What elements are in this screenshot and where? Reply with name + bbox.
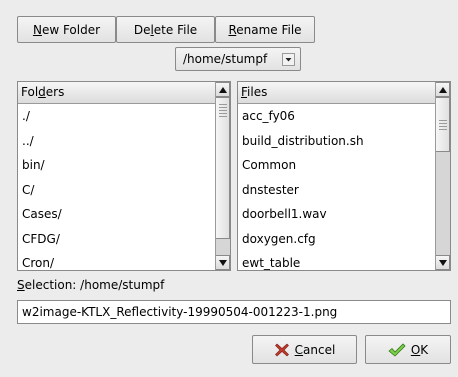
- folder-list-item[interactable]: ../: [18, 129, 230, 154]
- files-scroll-thumb[interactable]: [436, 97, 450, 152]
- cancel-x-icon: [274, 342, 290, 358]
- folder-list-item[interactable]: CFDG/: [18, 227, 230, 252]
- files-items: acc_fy06 build_distribution.sh Common dnste…: [238, 104, 450, 270]
- rename-file-label: Rename File: [228, 22, 302, 37]
- files-header[interactable]: Files: [238, 82, 435, 104]
- path-combo[interactable]: /home/stumpf: [175, 47, 301, 71]
- folder-list-item[interactable]: bin/: [18, 153, 230, 178]
- files-scrollbar[interactable]: [435, 82, 450, 270]
- folders-header[interactable]: Folders: [18, 82, 215, 104]
- file-list-item[interactable]: doxygen.cfg: [238, 227, 450, 252]
- folder-list-item[interactable]: Cases/: [18, 202, 230, 227]
- folders-list[interactable]: Folders ./../bin/C/Cases/CFDG/Cron/: [17, 81, 231, 271]
- new-folder-label: New Folder: [32, 22, 101, 37]
- folder-list-item[interactable]: ./: [18, 104, 230, 129]
- folder-list-item[interactable]: Cron/: [18, 251, 230, 270]
- cancel-button[interactable]: Cancel: [252, 335, 357, 364]
- scroll-down-arrow-icon[interactable]: [436, 255, 450, 270]
- file-list-item[interactable]: Common: [238, 153, 450, 178]
- rename-file-button[interactable]: Rename File: [215, 16, 315, 43]
- ok-button[interactable]: OK: [365, 335, 451, 364]
- file-list-item[interactable]: build_distribution.sh: [238, 129, 450, 154]
- scroll-up-arrow-icon[interactable]: [436, 82, 450, 97]
- file-list-item[interactable]: doorbell1.wav: [238, 202, 450, 227]
- checkmark-icon: [388, 342, 406, 358]
- files-list[interactable]: Files acc_fy06 build_distribution.sh Commo…: [237, 81, 451, 271]
- folder-list-item[interactable]: C/: [18, 178, 230, 203]
- folders-scrollbar[interactable]: [215, 82, 230, 270]
- selection-label: Selection: /home/stumpf: [17, 278, 165, 292]
- folders-scroll-thumb[interactable]: [216, 97, 230, 239]
- file-list-item[interactable]: acc_fy06: [238, 104, 450, 129]
- new-folder-button[interactable]: New Folder: [17, 16, 116, 43]
- delete-file-label: Delete File: [133, 22, 198, 37]
- ok-label: OK: [410, 342, 429, 357]
- chevron-down-icon: [282, 53, 295, 66]
- path-combo-value: /home/stumpf: [183, 52, 268, 66]
- file-list-item[interactable]: dnstester: [238, 178, 450, 203]
- scroll-down-arrow-icon[interactable]: [216, 255, 230, 270]
- cancel-label: Cancel: [294, 342, 336, 357]
- folders-items: ./../bin/C/Cases/CFDG/Cron/: [18, 104, 230, 270]
- file-list-item[interactable]: ewt_table: [238, 251, 450, 270]
- scroll-up-arrow-icon[interactable]: [216, 82, 230, 97]
- delete-file-button[interactable]: Delete File: [116, 16, 215, 43]
- selection-input[interactable]: [17, 300, 451, 324]
